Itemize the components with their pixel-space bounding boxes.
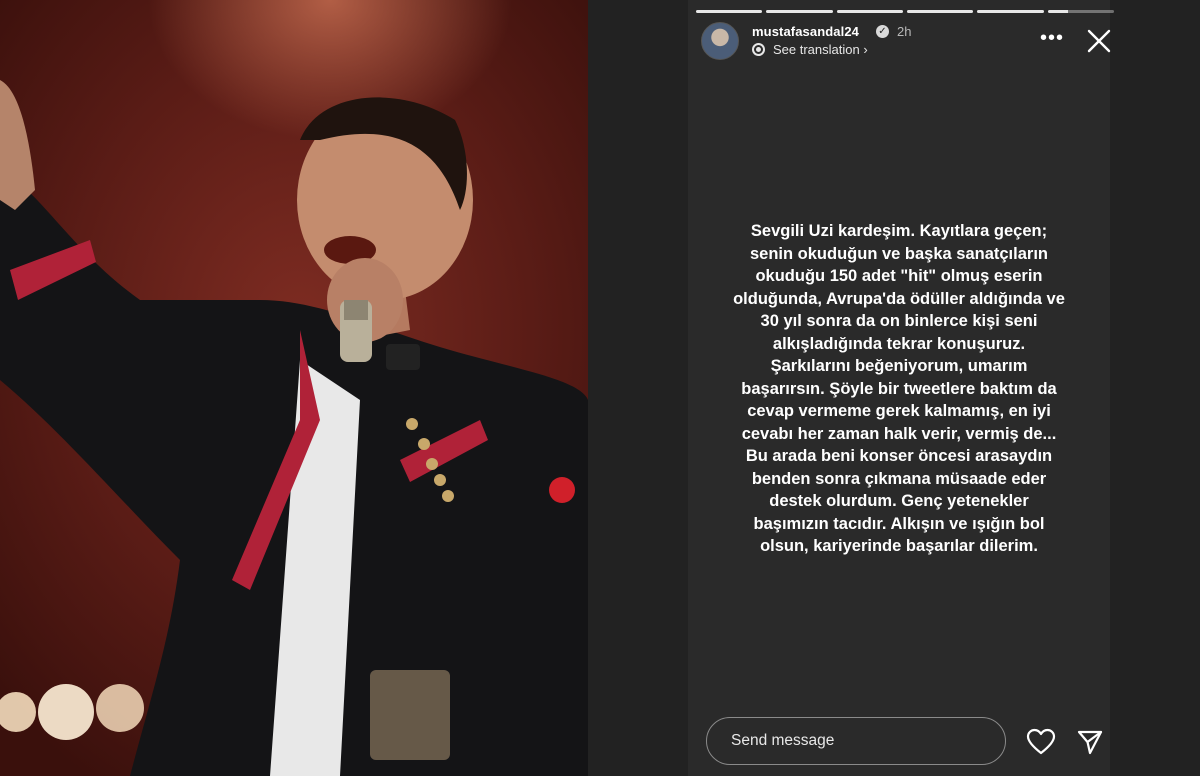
heart-icon[interactable]	[1026, 728, 1056, 756]
story-progress-bar	[696, 10, 1114, 13]
chevron-right-icon: ›	[863, 42, 868, 57]
concert-photo	[0, 0, 588, 776]
more-options-icon[interactable]: •••	[1040, 28, 1064, 48]
progress-segment	[836, 10, 903, 13]
progress-segment	[977, 10, 1044, 13]
avatar[interactable]	[701, 22, 739, 60]
progress-segment	[766, 10, 833, 13]
progress-segment-current	[1047, 10, 1114, 13]
story-text: Sevgili Uzi kardeşim. Kayıtlara geçen; s…	[733, 222, 1065, 555]
send-icon[interactable]	[1076, 728, 1104, 756]
translate-icon[interactable]	[752, 43, 765, 56]
progress-segment	[906, 10, 974, 13]
story-viewer: mustafasandal24 ✓ 2h See translation › •…	[588, 0, 1200, 776]
close-icon[interactable]	[1084, 26, 1114, 56]
see-translation-label: See translation	[773, 42, 860, 57]
progress-segment	[696, 10, 763, 13]
see-translation-link[interactable]: See translation ›	[773, 42, 868, 57]
verified-icon: ✓	[876, 25, 889, 38]
singer-illustration	[0, 80, 588, 776]
post-time: 2h	[897, 24, 912, 39]
send-message-input[interactable]: Send message	[706, 717, 1006, 765]
username[interactable]: mustafasandal24	[752, 24, 859, 39]
